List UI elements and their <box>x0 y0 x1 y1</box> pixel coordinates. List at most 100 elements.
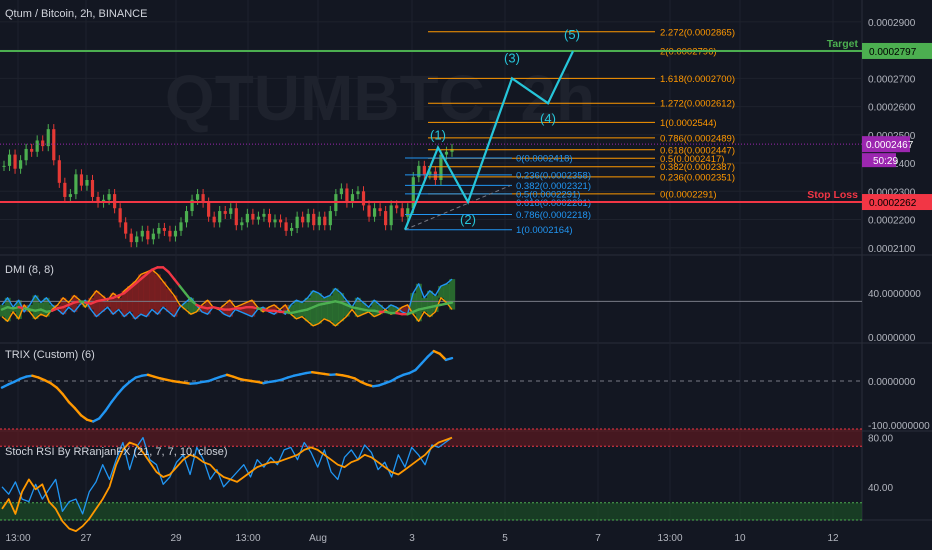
candle-body <box>356 191 360 195</box>
trix-segment <box>104 400 113 413</box>
dmi-panel <box>0 266 862 327</box>
time-tick-label: 10 <box>734 533 746 544</box>
dmi-fill-bar <box>327 295 333 322</box>
candle-body <box>345 188 349 203</box>
candle-body <box>400 208 404 217</box>
trix-segment <box>61 393 71 404</box>
fib-extension-label: 1(0.0002544) <box>660 118 717 129</box>
candle-body <box>417 165 421 178</box>
fib-retracement-label: 0(0.0002418) <box>516 153 573 164</box>
dmi-fill-bar <box>338 293 345 322</box>
candle-body <box>63 182 67 197</box>
chart-title: Qtum / Bitcoin, 2h, BINANCE <box>5 8 147 20</box>
dmi-fill-bar <box>438 286 445 298</box>
candle-body <box>384 211 388 226</box>
dmi-fill-bar <box>115 297 122 310</box>
candle-body <box>107 194 111 200</box>
candle-body <box>162 228 166 231</box>
candle-body <box>323 216 327 226</box>
trix-panel <box>0 349 862 423</box>
fib-retracement-label: 0.236(0.0002358) <box>516 170 591 181</box>
fib-extension-label: 1.272(0.0002612) <box>660 99 735 110</box>
candle-body <box>273 219 277 223</box>
fib-extension-label: 0.236(0.0002351) <box>660 172 735 183</box>
candle-body <box>339 188 343 195</box>
candle-body <box>151 233 155 240</box>
candle-body <box>301 216 305 223</box>
trix-segment <box>426 349 435 358</box>
dmi-minus-di-line <box>1 269 453 327</box>
candle-body <box>234 208 238 226</box>
trix-segment <box>438 352 448 362</box>
trix-segment <box>73 407 83 417</box>
candle-body <box>372 208 377 217</box>
candle-body <box>251 213 255 220</box>
candle-body <box>2 165 6 167</box>
candle-body <box>361 191 366 206</box>
fib-retracement-label: 0.618(0.0002261) <box>516 198 591 209</box>
fib-extension-label: 2.272(0.0002865) <box>660 27 735 38</box>
candle-body <box>173 230 178 237</box>
candle-body <box>7 154 12 166</box>
wave-label: (2) <box>460 212 476 227</box>
candle-body <box>406 208 410 217</box>
candle-body <box>35 140 39 152</box>
chart-canvas: QTUMBTC, 2h 2.272(0.0002865) 2(0.0002796)… <box>0 0 932 544</box>
dmi-adx-segment <box>173 277 181 288</box>
time-tick-label: 13:00 <box>5 533 30 544</box>
candle-body <box>179 222 183 231</box>
candle-body <box>129 233 133 243</box>
time-tick-label: 13:00 <box>235 533 260 544</box>
time-tick-label: 27 <box>80 533 92 544</box>
time-tick-label: Aug <box>309 533 327 544</box>
dmi-fill-bar <box>0 304 6 317</box>
wave-label: (4) <box>540 111 556 126</box>
price-tick-label: 0.0002200 <box>868 216 916 227</box>
candle-body <box>135 236 139 243</box>
current-price-label: 0.0002467 <box>866 140 914 151</box>
wave-label: (1) <box>430 128 446 143</box>
candle-body <box>124 222 128 234</box>
dmi-fill-bar <box>149 269 156 310</box>
candle-body <box>240 222 244 226</box>
candle-body <box>30 148 34 152</box>
candle-body <box>306 213 310 223</box>
price-tick-label: 0.0002900 <box>868 18 916 29</box>
candle-body <box>41 140 45 147</box>
candle-body <box>212 216 216 223</box>
time-tick-label: 13:00 <box>657 533 682 544</box>
dmi-fill-bar <box>143 272 150 317</box>
candle-body <box>85 180 89 186</box>
trix-segment <box>444 356 454 362</box>
candle-body <box>74 174 78 195</box>
wave-label: (5) <box>564 27 580 42</box>
candle-body <box>184 211 189 223</box>
time-tick-label: 29 <box>170 533 182 544</box>
trix-title: TRIX (Custom) (6) <box>5 349 95 361</box>
candle-body <box>328 211 332 226</box>
trix-segment <box>116 385 125 396</box>
candle-body <box>422 165 426 175</box>
countdown-label: 50:29 <box>873 156 898 167</box>
price-tick-label: 0.0002100 <box>868 244 916 255</box>
dmi-adx-segment <box>167 270 176 281</box>
candle-body <box>378 208 382 212</box>
dmi-fill-bar <box>132 281 139 319</box>
fib-extension-label: 0(0.0002291) <box>660 189 717 200</box>
dmi-fill-bar <box>443 283 450 303</box>
fib-extension-label: 2(0.0002796) <box>660 47 717 58</box>
candle-body <box>256 216 261 220</box>
candle-body <box>140 230 144 237</box>
candle-body <box>218 211 222 223</box>
dmi-tick-label: 0.0000000 <box>868 333 916 344</box>
stoch-tick-label: 80.00 <box>868 434 893 445</box>
candle-body <box>46 129 50 147</box>
candle-body <box>312 213 316 226</box>
candle-body <box>295 216 299 228</box>
dmi-fill-bar <box>427 290 433 317</box>
price-panel: 2.272(0.0002865) 2(0.0002796) 1.618(0.0002… <box>0 27 862 248</box>
price-tick-label: 0.0002600 <box>868 103 916 114</box>
stoch-oversold-band <box>0 502 862 521</box>
stop-loss-line-price-label: 0.0002262 <box>869 198 917 209</box>
candle-body <box>389 205 393 226</box>
